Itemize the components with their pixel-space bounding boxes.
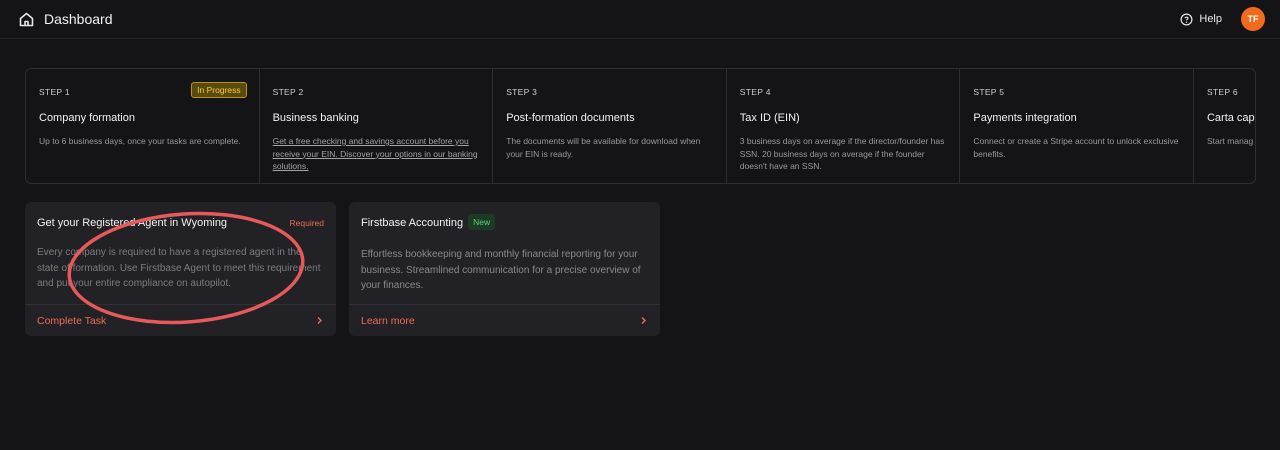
learn-more-label: Learn more: [361, 314, 415, 327]
step-label: STEP 5: [973, 87, 1005, 97]
help-button[interactable]: Help: [1180, 12, 1222, 26]
status-badge: In Progress: [191, 82, 247, 98]
required-badge: Required: [289, 218, 325, 228]
step-description: The documents will be available for down…: [506, 136, 701, 159]
step-label: STEP 6: [1206, 87, 1238, 97]
header-actions: Help TF: [1180, 0, 1265, 38]
top-bar: Dashboard Help TF: [0, 0, 1280, 39]
step-title: Company formation: [39, 112, 135, 124]
new-badge: New: [468, 214, 496, 230]
step-description: Up to 6 business days, once your tasks a…: [39, 136, 241, 146]
step-tax-id[interactable]: STEP 4 Tax ID (EIN) 3 business days on a…: [727, 69, 961, 183]
chevron-right-icon: [315, 316, 324, 325]
help-icon: [1180, 12, 1193, 26]
step-post-formation-documents[interactable]: STEP 3 Post-formation documents The docu…: [493, 69, 727, 183]
step-payments-integration[interactable]: STEP 5 Payments integration Connect or c…: [960, 69, 1194, 183]
complete-task-label: Complete Task: [37, 314, 107, 327]
step-title: Carta cap: [1206, 112, 1255, 124]
step-description: Connect or create a Stripe account to un…: [973, 136, 1179, 159]
help-label: Help: [1199, 13, 1222, 25]
step-label: STEP 2: [272, 87, 304, 97]
step-title: Tax ID (EIN): [739, 112, 800, 124]
step-title: Post-formation documents: [506, 112, 635, 124]
chevron-right-icon: [639, 316, 648, 325]
step-label: STEP 3: [506, 87, 538, 97]
step-company-formation[interactable]: STEP 1 In Progress Company formation Up …: [26, 69, 260, 183]
firstbase-accounting-card: Firstbase Accounting New Effortless book…: [349, 202, 660, 336]
page-title: Dashboard: [44, 11, 113, 27]
step-description: 3 business days on average if the direct…: [739, 136, 945, 171]
step-carta-cap[interactable]: STEP 6 Carta cap Start manag setting up …: [1194, 69, 1255, 183]
card-header: Get your Registered Agent in Wyoming Req…: [25, 202, 336, 242]
card-header: Firstbase Accounting New: [349, 202, 660, 242]
step-business-banking[interactable]: STEP 2 Business banking Get a free check…: [260, 69, 494, 183]
step-description: Start manag setting up yo: [1206, 136, 1255, 146]
step-title: Business banking: [272, 112, 359, 124]
card-title: Firstbase Accounting: [361, 217, 464, 229]
complete-task-button[interactable]: Complete Task: [25, 304, 336, 336]
card-title: Get your Registered Agent in Wyoming: [37, 217, 228, 229]
learn-more-button[interactable]: Learn more: [349, 304, 660, 336]
card-description: Every company is required to have a regi…: [37, 247, 321, 289]
card-description: Effortless bookkeeping and monthly finan…: [361, 249, 641, 291]
home-icon[interactable]: [18, 11, 35, 28]
step-title: Payments integration: [973, 112, 1077, 124]
step-label: STEP 4: [739, 87, 771, 97]
formation-steps: STEP 1 In Progress Company formation Up …: [25, 68, 1256, 184]
registered-agent-card: Get your Registered Agent in Wyoming Req…: [25, 202, 336, 336]
avatar[interactable]: TF: [1241, 7, 1265, 31]
banking-solutions-link[interactable]: Get a free checking and savings account …: [273, 135, 480, 173]
